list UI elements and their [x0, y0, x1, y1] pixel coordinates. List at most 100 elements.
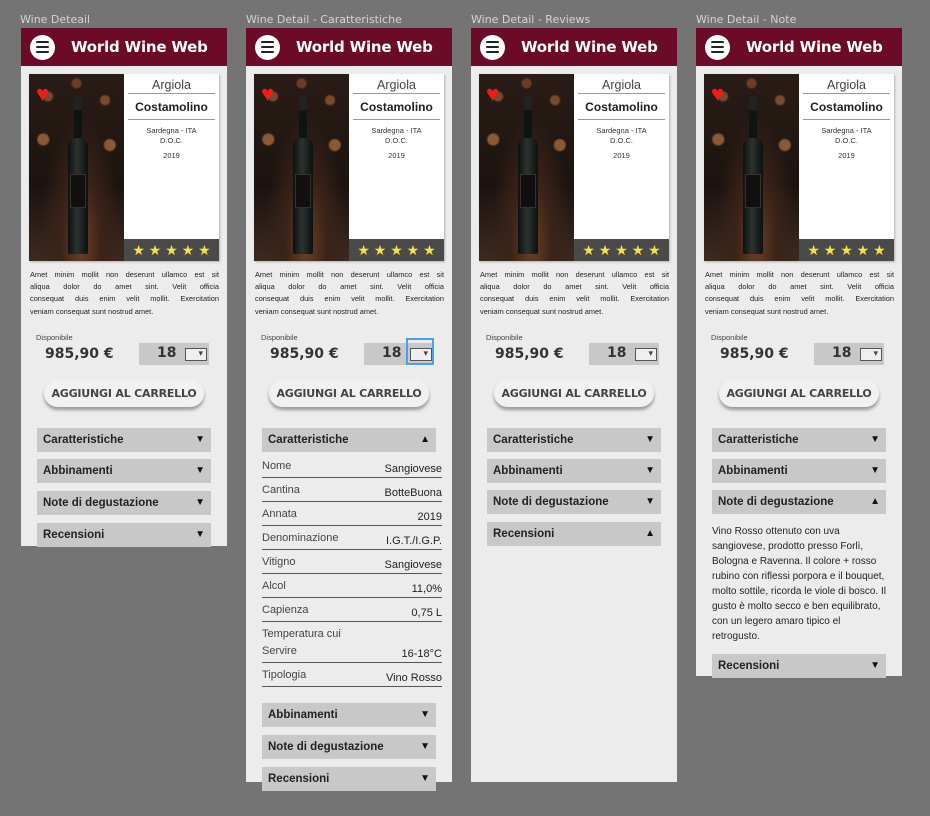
- accordion-recensioni[interactable]: Recensioni ▼: [262, 766, 436, 791]
- add-to-cart-button[interactable]: AGGIUNGI AL CARRELLO: [269, 379, 429, 407]
- star-rating[interactable]: ★ ★ ★ ★ ★: [124, 239, 219, 261]
- wine-region: Sardegna - ITA D.O.C.: [596, 126, 647, 145]
- chevron-down-icon: ▼: [420, 709, 430, 721]
- chevron-down-icon: ▼: [195, 465, 205, 477]
- wine-bottle-image: [518, 96, 538, 254]
- accordion-note[interactable]: Note di degustazione ▼: [262, 734, 436, 759]
- heart-icon[interactable]: ♥: [261, 83, 274, 105]
- screen-wine-reviews: World Wine Web ♥ Argiola Costamolino Sar…: [471, 28, 677, 782]
- wine-description: Amet minim mollit non deserunt ullamco e…: [705, 270, 894, 316]
- wine-name: Costamolino: [803, 94, 890, 120]
- wine-bottle-image: [293, 96, 313, 254]
- wine-photo: ♥: [479, 74, 574, 261]
- wine-card: ♥ Argiola Costamolino Sardegna - ITA D.O.…: [29, 74, 219, 261]
- wine-year: 2019: [388, 151, 405, 160]
- chevron-down-icon: ▼: [645, 465, 655, 477]
- accordion-note[interactable]: Note di degustazione ▲: [712, 489, 886, 514]
- accordion-abbinamenti[interactable]: Abbinamenti ▼: [262, 702, 436, 727]
- screen-wine-detail: World Wine Web ♥ Argiola Costamolino Sar…: [21, 28, 227, 547]
- app-header: World Wine Web: [21, 28, 227, 66]
- wine-card: ♥ Argiola Costamolino Sardegna - ITA D.O.…: [254, 74, 444, 261]
- wine-producer: Argiola: [578, 74, 665, 94]
- app-title: World Wine Web: [296, 38, 433, 56]
- add-to-cart-button[interactable]: AGGIUNGI AL CARRELLO: [494, 379, 654, 407]
- heart-icon[interactable]: ♥: [36, 83, 49, 105]
- heart-icon[interactable]: ♥: [711, 83, 724, 105]
- star-rating[interactable]: ★ ★ ★ ★ ★: [349, 239, 444, 261]
- price: 985,90 €: [270, 345, 339, 362]
- screen-wine-caratteristiche: World Wine Web ♥ Argiola Costamolino Sar…: [246, 28, 452, 791]
- spec-row: Vitigno Sangiovese: [262, 554, 442, 574]
- price-row: 985,90 € 18: [21, 342, 227, 365]
- chevron-down-icon: ▼: [195, 434, 205, 446]
- chevron-up-icon: ▲: [420, 434, 430, 446]
- heart-icon[interactable]: ♥: [486, 83, 499, 105]
- availability-label: Disponibile: [486, 332, 523, 342]
- wine-region: Sardegna - ITA D.O.C.: [371, 126, 422, 145]
- wine-producer: Argiola: [353, 74, 440, 94]
- accordion-caratteristiche[interactable]: Caratteristiche ▲: [262, 427, 436, 452]
- wine-card: ♥ Argiola Costamolino Sardegna - ITA D.O.…: [479, 74, 669, 261]
- wine-name: Costamolino: [353, 94, 440, 120]
- price-row: 985,90 € 18: [696, 342, 902, 365]
- chevron-down-icon[interactable]: [185, 347, 207, 361]
- wine-region: Sardegna - ITA D.O.C.: [146, 126, 197, 145]
- accordion-caratteristiche[interactable]: Caratteristiche ▼: [487, 427, 661, 452]
- accordion-note[interactable]: Note di degustazione ▼: [487, 489, 661, 514]
- wine-name: Costamolino: [128, 94, 215, 120]
- wine-info: Argiola Costamolino Sardegna - ITA D.O.C.…: [799, 74, 894, 239]
- accordion-note[interactable]: Note di degustazione ▼: [37, 490, 211, 515]
- focus-ring: [406, 337, 434, 365]
- chevron-up-icon: ▲: [870, 496, 880, 508]
- accordion-recensioni[interactable]: Recensioni ▲: [487, 521, 661, 546]
- wine-year: 2019: [613, 151, 630, 160]
- hamburger-icon[interactable]: [255, 34, 280, 60]
- accordion-caratteristiche[interactable]: Caratteristiche ▼: [37, 427, 211, 452]
- app-title: World Wine Web: [746, 38, 883, 56]
- hamburger-icon[interactable]: [705, 34, 730, 60]
- spec-row: Alcol 11,0%: [262, 578, 442, 598]
- add-to-cart-button[interactable]: AGGIUNGI AL CARRELLO: [719, 379, 879, 407]
- accordion-abbinamenti[interactable]: Abbinamenti ▼: [487, 458, 661, 483]
- frame-label: Wine Detail - Reviews: [471, 13, 591, 26]
- wine-description: Amet minim mollit non deserunt ullamco e…: [30, 270, 219, 316]
- wine-producer: Argiola: [128, 74, 215, 94]
- availability-label: Disponibile: [36, 332, 73, 342]
- chevron-down-icon: ▼: [645, 496, 655, 508]
- quantity-value: 18: [382, 344, 402, 361]
- chevron-down-icon: ▼: [420, 773, 430, 785]
- star-rating[interactable]: ★ ★ ★ ★ ★: [574, 239, 669, 261]
- wine-bottle-image: [68, 96, 88, 254]
- hamburger-icon[interactable]: [30, 34, 55, 60]
- quantity-selector[interactable]: 18: [139, 342, 209, 365]
- price: 985,90 €: [495, 345, 564, 362]
- spec-row: Nome Sangiovese: [262, 458, 442, 478]
- accordion-abbinamenti[interactable]: Abbinamenti ▼: [712, 458, 886, 483]
- quantity-value: 18: [832, 344, 852, 361]
- accordion-recensioni[interactable]: Recensioni ▼: [712, 653, 886, 678]
- chevron-down-icon[interactable]: [635, 347, 657, 361]
- chevron-down-icon[interactable]: [860, 347, 882, 361]
- chevron-down-icon: ▼: [195, 529, 205, 541]
- star-rating[interactable]: ★ ★ ★ ★ ★: [799, 239, 894, 261]
- screen-wine-note: World Wine Web ♥ Argiola Costamolino Sar…: [696, 28, 902, 678]
- accordion-caratteristiche[interactable]: Caratteristiche ▼: [712, 427, 886, 452]
- wine-bottle-image: [743, 96, 763, 254]
- spec-row: Capienza 0,75 L: [262, 602, 442, 622]
- accordion-recensioni[interactable]: Recensioni ▼: [37, 522, 211, 547]
- chevron-down-icon: ▼: [645, 434, 655, 446]
- hamburger-icon[interactable]: [480, 34, 505, 60]
- wine-description: Amet minim mollit non deserunt ullamco e…: [480, 270, 669, 316]
- app-header: World Wine Web: [696, 28, 902, 66]
- add-to-cart-button[interactable]: AGGIUNGI AL CARRELLO: [44, 379, 204, 407]
- chevron-down-icon: ▼: [870, 660, 880, 672]
- frame-label: Wine Deteail: [20, 13, 91, 26]
- spec-row: Cantina BotteBuona: [262, 482, 442, 502]
- frame-label: Wine Detail - Note: [696, 13, 797, 26]
- quantity-selector[interactable]: 18: [814, 342, 884, 365]
- chevron-up-icon: ▲: [645, 528, 655, 540]
- accordion-abbinamenti[interactable]: Abbinamenti ▼: [37, 458, 211, 483]
- quantity-value: 18: [157, 344, 177, 361]
- chevron-down-icon: ▼: [870, 465, 880, 477]
- quantity-selector[interactable]: 18: [589, 342, 659, 365]
